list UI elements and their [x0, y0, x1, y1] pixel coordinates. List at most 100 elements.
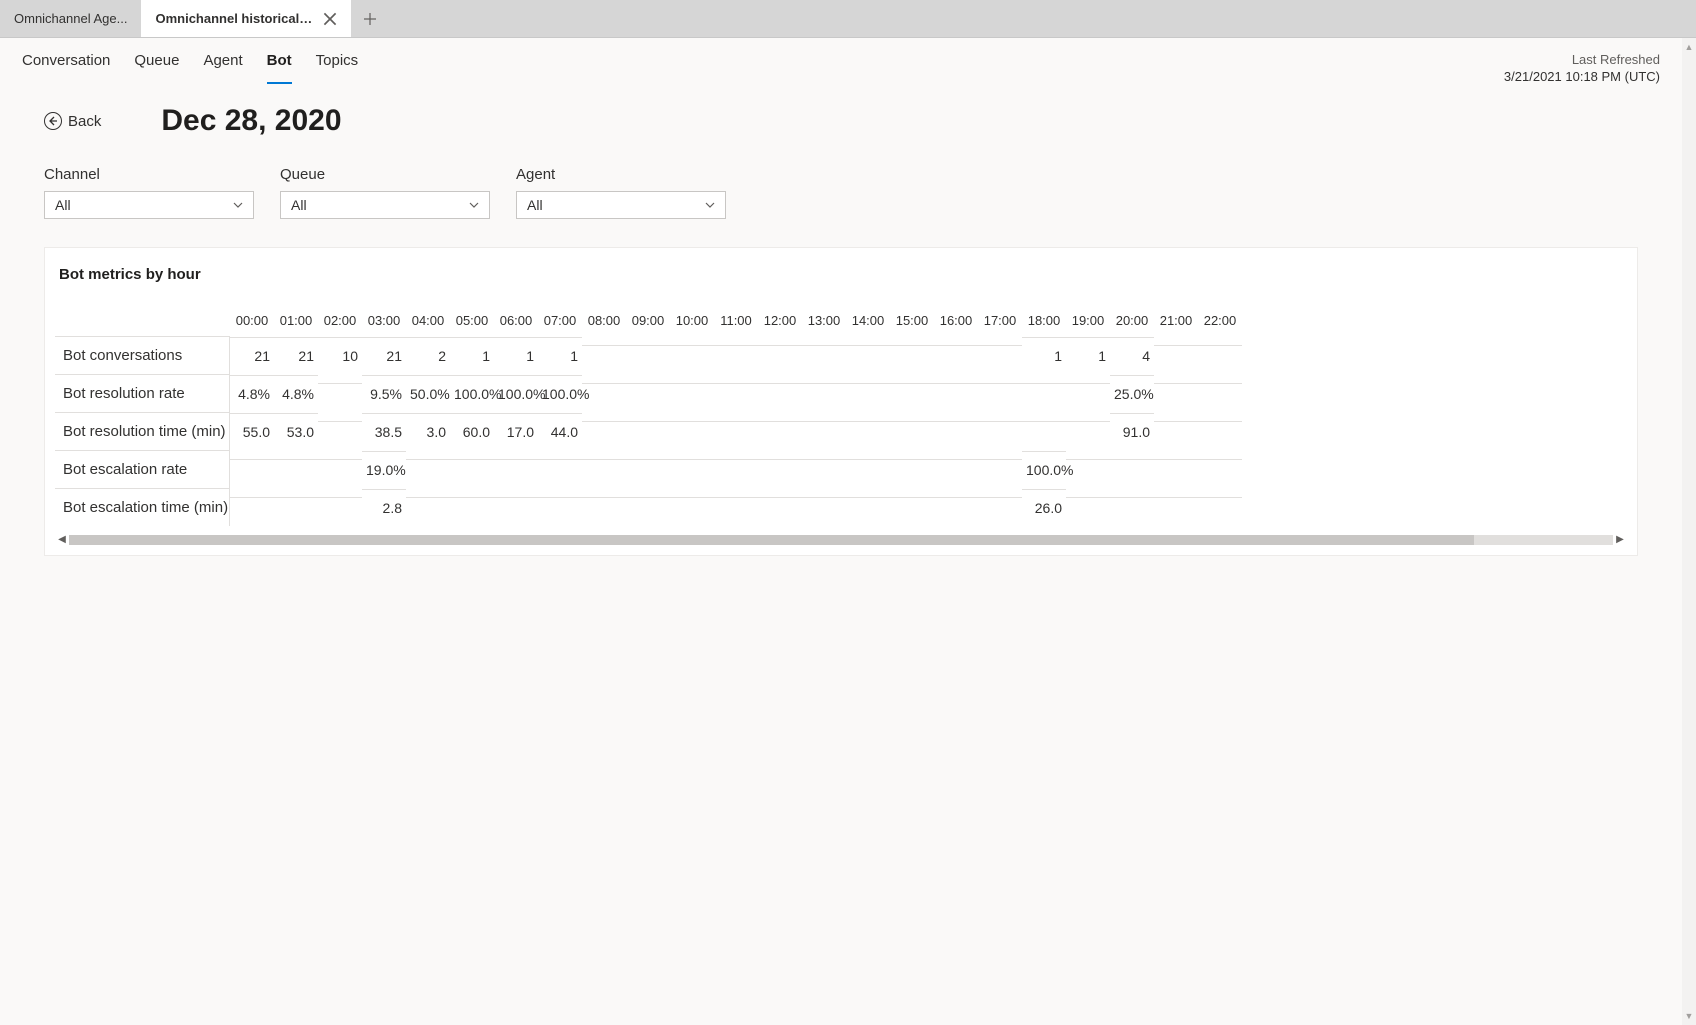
metric-cell [274, 459, 318, 480]
metric-cell [670, 421, 714, 442]
hour-header: 12:00 [758, 305, 802, 336]
metric-cell [758, 459, 802, 480]
metric-cell: 44.0 [538, 413, 582, 450]
metric-cell [846, 421, 890, 442]
metric-cell [1198, 383, 1242, 404]
metric-cell: 100.0% [494, 375, 538, 412]
back-button[interactable]: Back [44, 112, 101, 130]
filters-row: Channel All Queue All Agent [44, 166, 1638, 219]
hour-header: 13:00 [802, 305, 846, 336]
scroll-left-button[interactable]: ◀ [55, 534, 69, 545]
metric-cell [670, 383, 714, 404]
scroll-thumb[interactable] [69, 535, 1474, 545]
metric-cell [846, 459, 890, 480]
queue-select[interactable]: All [280, 191, 490, 219]
card-title: Bot metrics by hour [55, 266, 1627, 283]
hour-header: 17:00 [978, 305, 1022, 336]
hour-header: 03:00 [362, 305, 406, 336]
metric-cell [318, 497, 362, 518]
metric-cell [450, 459, 494, 480]
hour-header: 00:00 [230, 305, 274, 336]
nav-tab-bot[interactable]: Bot [267, 52, 292, 84]
tab-omnichannel-age[interactable]: Omnichannel Age... [0, 0, 141, 37]
tab-label: Omnichannel historical an... [155, 11, 313, 26]
scroll-track[interactable] [69, 535, 1613, 545]
metric-cell: 1 [1066, 337, 1110, 374]
metric-cell [1066, 497, 1110, 518]
back-label: Back [68, 113, 101, 130]
vertical-scrollbar[interactable]: ▲ ▼ [1682, 38, 1696, 1025]
nav-tab-agent[interactable]: Agent [203, 52, 242, 84]
metric-cell [978, 383, 1022, 404]
metric-cell [934, 383, 978, 404]
nav-tab-queue[interactable]: Queue [134, 52, 179, 84]
metric-cell: 60.0 [450, 413, 494, 450]
close-icon[interactable] [323, 12, 337, 26]
metric-cell [670, 459, 714, 480]
chevron-down-icon [469, 200, 479, 210]
scroll-up-icon[interactable]: ▲ [1685, 42, 1694, 52]
hour-header: 05:00 [450, 305, 494, 336]
metric-cell [846, 345, 890, 366]
filter-queue: Queue All [280, 166, 490, 219]
metric-cell [582, 383, 626, 404]
add-tab-button[interactable] [351, 0, 389, 37]
filter-label: Agent [516, 166, 726, 183]
metric-cell: 3.0 [406, 413, 450, 450]
nav-tab-topics[interactable]: Topics [316, 52, 359, 84]
last-refreshed-value: 3/21/2021 10:18 PM (UTC) [1504, 69, 1660, 84]
metric-cell [1154, 459, 1198, 480]
metric-cell [890, 345, 934, 366]
metric-cell [714, 383, 758, 404]
tab-omnichannel-historical[interactable]: Omnichannel historical an... [141, 0, 351, 37]
metric-cell [1198, 345, 1242, 366]
metric-cell: 4 [1110, 337, 1154, 374]
channel-select[interactable]: All [44, 191, 254, 219]
select-value: All [55, 197, 71, 213]
hour-header: 09:00 [626, 305, 670, 336]
bot-metrics-card: Bot metrics by hour 00:0001:0002:0003:00… [44, 247, 1638, 556]
metric-cell: 21 [274, 337, 318, 374]
metric-cell [1154, 421, 1198, 442]
report-nav-row: Conversation Queue Agent Bot Topics Last… [0, 38, 1682, 84]
metric-cell [934, 421, 978, 442]
metric-cell: 1 [494, 337, 538, 374]
metric-cell [406, 497, 450, 518]
nav-tab-conversation[interactable]: Conversation [22, 52, 110, 84]
metric-cell [758, 383, 802, 404]
metric-cell [230, 497, 274, 518]
scroll-right-button[interactable]: ▶ [1613, 534, 1627, 545]
select-value: All [291, 197, 307, 213]
scroll-down-icon[interactable]: ▼ [1685, 1011, 1694, 1021]
hour-header: 16:00 [934, 305, 978, 336]
filter-agent: Agent All [516, 166, 726, 219]
hour-header: 15:00 [890, 305, 934, 336]
metric-cell: 1 [538, 337, 582, 374]
agent-select[interactable]: All [516, 191, 726, 219]
metric-cell [626, 421, 670, 442]
metric-cell: 2.8 [362, 489, 406, 526]
horizontal-scrollbar[interactable]: ◀ ▶ [55, 534, 1627, 545]
last-refreshed-info: Last Refreshed 3/21/2021 10:18 PM (UTC) [1504, 52, 1660, 84]
metric-cell [714, 421, 758, 442]
metric-cell: 26.0 [1022, 489, 1066, 526]
metric-cell [538, 459, 582, 480]
metric-cell [582, 345, 626, 366]
metric-row-label: Bot resolution time (min) [55, 412, 230, 450]
metric-cell [714, 459, 758, 480]
metric-row-label: Bot escalation time (min) [55, 488, 230, 526]
metric-cell [1022, 383, 1066, 404]
metric-cell: 4.8% [274, 375, 318, 412]
metric-cell: 55.0 [230, 413, 274, 450]
hour-header: 18:00 [1022, 305, 1066, 336]
metric-cell [1154, 497, 1198, 518]
tab-label: Omnichannel Age... [14, 11, 127, 26]
metric-cell [934, 345, 978, 366]
metric-cell [1022, 421, 1066, 442]
metric-cell [802, 459, 846, 480]
metric-cell [1198, 459, 1242, 480]
metric-cell [758, 421, 802, 442]
metric-cell: 4.8% [230, 375, 274, 412]
metric-cell [670, 497, 714, 518]
hour-header: 07:00 [538, 305, 582, 336]
